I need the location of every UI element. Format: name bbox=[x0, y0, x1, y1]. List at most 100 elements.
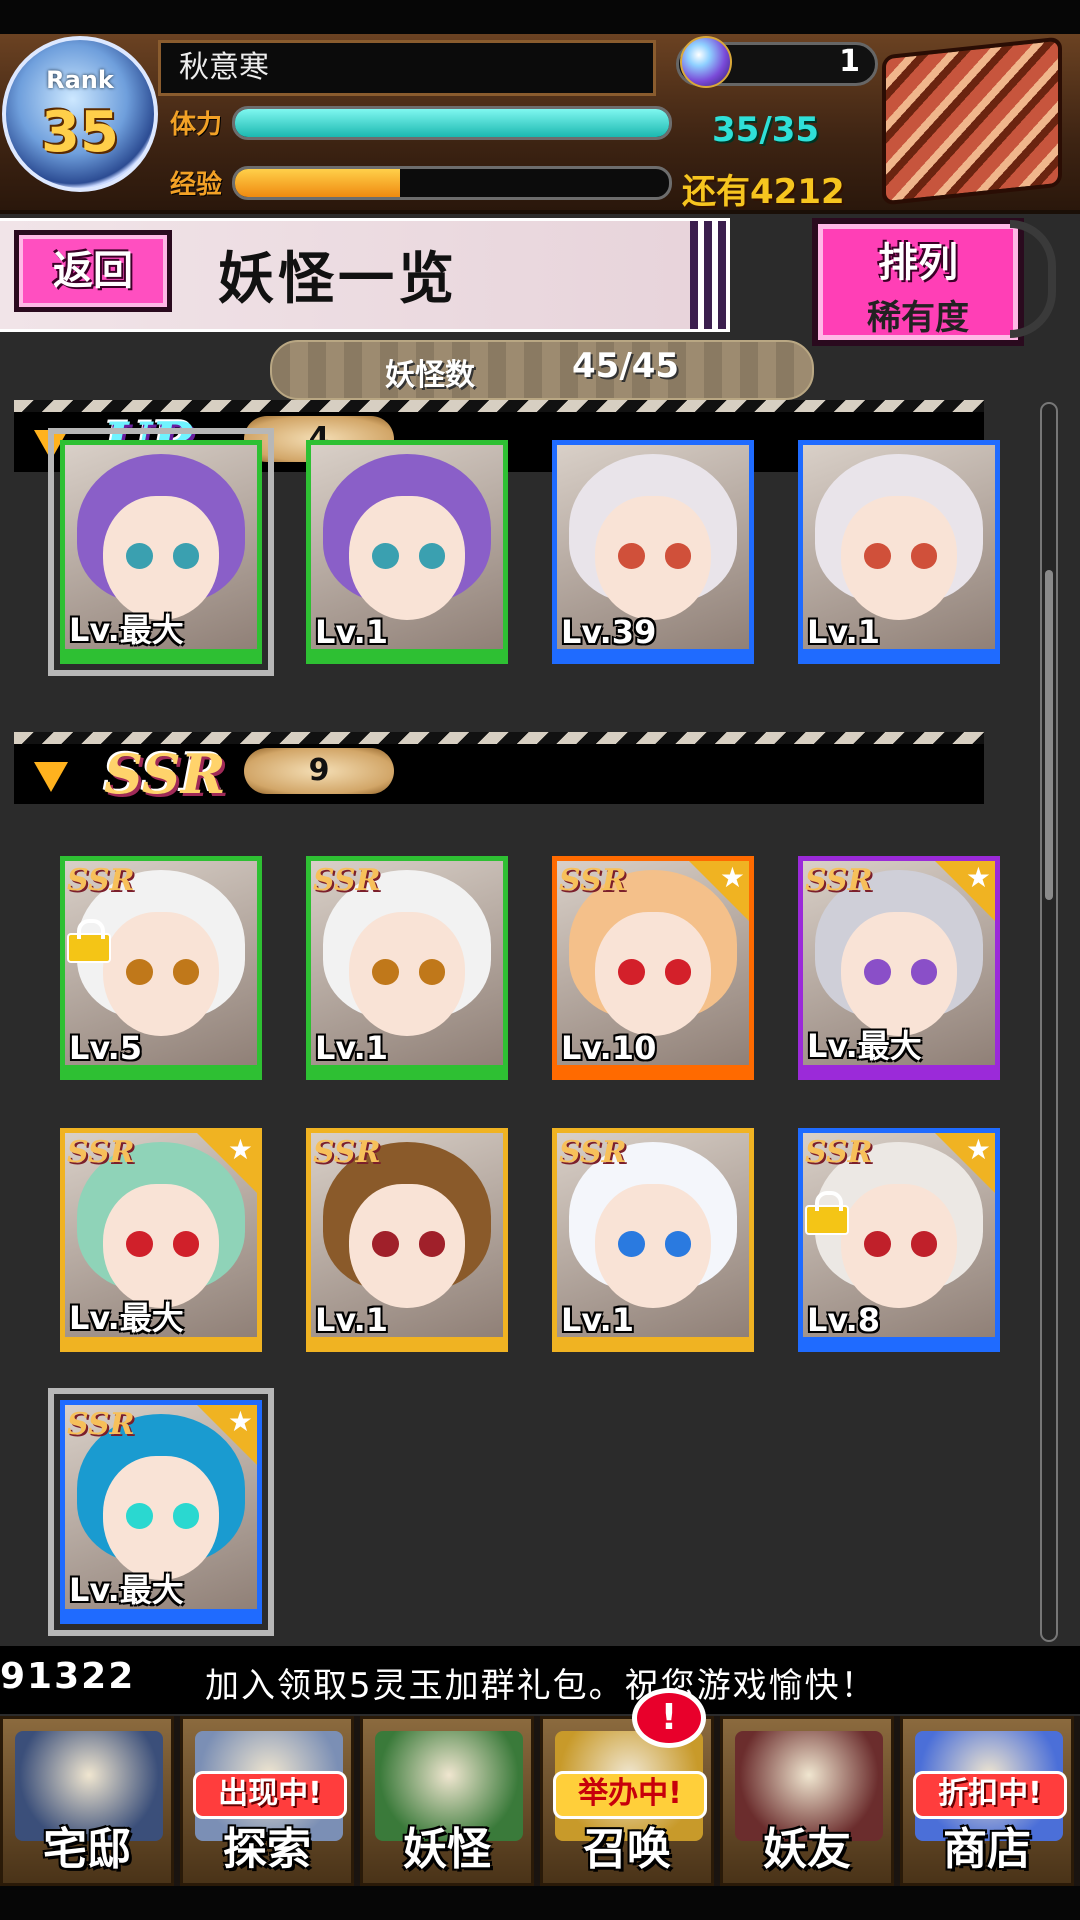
exp-label: 经验 bbox=[170, 170, 223, 200]
notification-badge: ! bbox=[632, 1688, 706, 1748]
exp-bar-fill bbox=[235, 169, 400, 197]
section-count: 9 bbox=[244, 748, 394, 794]
bottom-nav: 宅邸 出现中! 探索 妖怪 举办中! 召唤 妖友 折扣中! 商店 bbox=[0, 1716, 1080, 1886]
level-text: Lv.最大 bbox=[807, 1027, 922, 1065]
monster-card[interactable]: SSR ★ Lv.8 bbox=[798, 1128, 1000, 1352]
ssr-tag: SSR bbox=[67, 863, 135, 898]
level-text: Lv.最大 bbox=[69, 1571, 184, 1609]
level-text: Lv.39 bbox=[561, 613, 657, 651]
spirit-orb-icon bbox=[680, 36, 732, 88]
portrait-face bbox=[103, 496, 219, 621]
back-button[interactable]: 返回 bbox=[14, 230, 172, 312]
rank-number: 35 bbox=[41, 100, 119, 165]
level-text: Lv.10 bbox=[561, 1029, 657, 1067]
stamina-value: 35/35 bbox=[712, 110, 820, 150]
ticker-id: 91322 bbox=[0, 1656, 136, 1697]
sort-button[interactable]: 排列 稀有度 bbox=[812, 218, 1024, 346]
level-text: Lv.1 bbox=[807, 613, 881, 651]
portrait-face bbox=[841, 496, 957, 621]
rank-label: Rank bbox=[46, 66, 114, 94]
monster-list[interactable]: UR4Lv.最大Lv.1Lv.39Lv.1SSR9SSRLv.5SSRLv.1S… bbox=[0, 400, 1080, 1640]
stamina-bar bbox=[232, 106, 672, 140]
rarity-logo: SSR bbox=[104, 742, 226, 806]
level-text: Lv.1 bbox=[561, 1301, 635, 1339]
portrait-face bbox=[349, 496, 465, 621]
star-icon: ★ bbox=[227, 1405, 253, 1438]
portrait-face bbox=[595, 912, 711, 1037]
star-icon: ★ bbox=[965, 1133, 991, 1166]
nav-tag: 出现中! bbox=[193, 1771, 347, 1819]
portrait-face bbox=[595, 496, 711, 621]
nav-button-1[interactable]: 出现中! 探索 bbox=[180, 1716, 354, 1886]
portrait-face bbox=[103, 1456, 219, 1581]
sort-label: 排列 bbox=[878, 240, 958, 286]
scrollbar-thumb[interactable] bbox=[1045, 570, 1053, 900]
level-text: Lv.1 bbox=[315, 1029, 389, 1067]
player-name: 秋意寒 bbox=[158, 40, 656, 96]
portrait-face bbox=[349, 1184, 465, 1309]
nav-label: 妖怪 bbox=[403, 1824, 491, 1875]
star-icon: ★ bbox=[227, 1133, 253, 1166]
portrait-face bbox=[349, 912, 465, 1037]
portrait-face bbox=[103, 912, 219, 1037]
nav-tag: 折扣中! bbox=[913, 1771, 1067, 1819]
ssr-tag: SSR bbox=[313, 863, 381, 898]
status-bar bbox=[0, 0, 1080, 34]
monster-count-label: 妖怪数 bbox=[385, 358, 475, 393]
stamina-label: 体力 bbox=[170, 110, 223, 140]
orb-count: 1 bbox=[839, 44, 860, 79]
monster-card[interactable]: Lv.1 bbox=[798, 440, 1000, 664]
level-text: Lv.1 bbox=[315, 1301, 389, 1339]
monster-card[interactable]: SSR Lv.1 bbox=[306, 856, 508, 1080]
star-icon: ★ bbox=[719, 861, 745, 894]
monster-card[interactable]: SSR ★ Lv.最大 bbox=[48, 1388, 274, 1636]
nav-bar bbox=[0, 1886, 1080, 1920]
ticker-message: 加入领取5灵玉加群礼包。祝您游戏愉快！ bbox=[205, 1666, 877, 1706]
nav-label: 宅邸 bbox=[43, 1824, 131, 1875]
monster-card[interactable]: Lv.最大 bbox=[48, 428, 274, 676]
exp-bar bbox=[232, 166, 672, 200]
ssr-tag: SSR bbox=[559, 863, 627, 898]
monster-card[interactable]: SSR Lv.1 bbox=[552, 1128, 754, 1352]
monster-card[interactable]: SSR ★ Lv.最大 bbox=[798, 856, 1000, 1080]
sort-value: 稀有度 bbox=[867, 298, 969, 338]
portrait-face bbox=[595, 1184, 711, 1309]
level-text: Lv.最大 bbox=[69, 611, 184, 649]
rank-badge: Rank 35 bbox=[2, 36, 158, 192]
portrait-face bbox=[103, 1184, 219, 1309]
ssr-tag: SSR bbox=[805, 1135, 873, 1170]
page-title: 妖怪一览 bbox=[218, 246, 458, 312]
player-header: Rank 35 秋意寒 体力 35/35 经验 还有4212 1 bbox=[0, 34, 1080, 214]
collapse-arrow-icon[interactable] bbox=[34, 762, 68, 792]
exp-value: 还有4212 bbox=[682, 172, 845, 212]
monster-card[interactable]: SSR ★ Lv.10 bbox=[552, 856, 754, 1080]
ssr-tag: SSR bbox=[313, 1135, 381, 1170]
ssr-tag: SSR bbox=[805, 863, 873, 898]
monster-count-bar bbox=[270, 340, 814, 400]
monster-card[interactable]: Lv.1 bbox=[306, 440, 508, 664]
monster-card[interactable]: SSR Lv.1 bbox=[306, 1128, 508, 1352]
nav-button-0[interactable]: 宅邸 bbox=[0, 1716, 174, 1886]
nav-button-4[interactable]: 妖友 bbox=[720, 1716, 894, 1886]
level-text: Lv.8 bbox=[807, 1301, 881, 1339]
monster-card[interactable]: Lv.39 bbox=[552, 440, 754, 664]
lock-icon bbox=[67, 919, 111, 963]
ssr-tag: SSR bbox=[67, 1135, 135, 1170]
star-icon: ★ bbox=[965, 861, 991, 894]
nav-label: 探索 bbox=[223, 1824, 311, 1875]
gear-icon bbox=[1010, 220, 1056, 338]
treasure-chest-icon[interactable] bbox=[882, 36, 1062, 206]
monster-count-value: 45/45 bbox=[572, 346, 680, 386]
ssr-tag: SSR bbox=[559, 1135, 627, 1170]
stamina-bar-fill bbox=[235, 109, 669, 137]
portrait-face bbox=[841, 1184, 957, 1309]
section-header-ssr[interactable]: SSR 9 bbox=[14, 732, 984, 806]
nav-button-2[interactable]: 妖怪 bbox=[360, 1716, 534, 1886]
nav-label: 召唤 bbox=[583, 1824, 671, 1875]
nav-label: 商店 bbox=[943, 1824, 1031, 1875]
monster-card[interactable]: SSR Lv.5 bbox=[60, 856, 262, 1080]
nav-button-5[interactable]: 折扣中! 商店 bbox=[900, 1716, 1074, 1886]
portrait-face bbox=[841, 912, 957, 1037]
nav-label: 妖友 bbox=[763, 1824, 851, 1875]
monster-card[interactable]: SSR ★ Lv.最大 bbox=[60, 1128, 262, 1352]
